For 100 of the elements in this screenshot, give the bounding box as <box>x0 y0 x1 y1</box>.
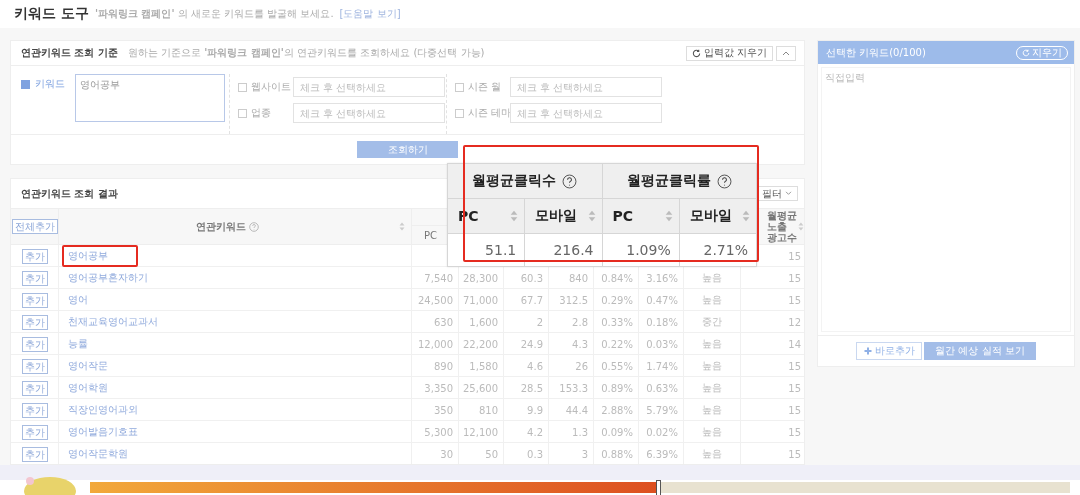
table-cell: 153.3 <box>559 382 588 394</box>
sort-icon <box>587 210 596 222</box>
add-button[interactable]: 추가 <box>21 336 48 352</box>
table-cell: 4.6 <box>527 360 543 372</box>
refresh-icon <box>1022 48 1030 57</box>
filter-checkbox[interactable] <box>455 82 464 92</box>
help-icon <box>562 173 578 189</box>
page-title: 키워드 도구 <box>14 5 89 23</box>
table-cell: 1,580 <box>469 360 498 372</box>
search-button[interactable]: 조회하기 <box>357 141 458 158</box>
keyword-checkbox[interactable] <box>21 80 30 89</box>
table-cell: 15 <box>788 272 801 284</box>
table-cell: 0.47% <box>646 294 678 306</box>
table-cell: 15 <box>788 382 801 394</box>
table-cell: 9.9 <box>527 404 543 416</box>
table-cell: 5,300 <box>424 426 453 438</box>
table-cell: 높음 <box>702 425 722 439</box>
section-description: 원하는 기준으로 '파워링크 캠페인'의 연관키워드를 조회하세요 (다중선택 가능) <box>127 46 485 60</box>
keyword-link[interactable]: 영어작문 <box>62 355 114 377</box>
table-cell: 높음 <box>702 337 722 351</box>
keyword-link[interactable]: 영어발음기호표 <box>62 421 144 443</box>
sort-icon <box>742 210 750 222</box>
table-cell: 15 <box>788 360 801 372</box>
table-cell: 216.4 <box>553 242 594 258</box>
table-cell: 높음 <box>702 293 722 307</box>
refresh-icon <box>691 48 701 58</box>
collapse-button[interactable] <box>776 45 796 61</box>
table-cell: 12,000 <box>418 338 453 350</box>
help-icon <box>716 173 732 189</box>
add-button[interactable]: 추가 <box>21 248 48 264</box>
filter-button[interactable]: 필터 <box>756 186 798 201</box>
filter-field[interactable]: 체크 후 선택하세요 <box>510 103 662 123</box>
table-cell: 67.7 <box>520 294 543 306</box>
caret-up-icon <box>782 50 790 56</box>
table-cell: 12 <box>788 316 801 328</box>
keyword-link[interactable]: 영어 <box>62 289 94 311</box>
sort-icon <box>510 210 519 222</box>
keyword-link[interactable]: 천재교육영어교과서 <box>62 311 164 333</box>
table-cell: 14 <box>788 338 801 350</box>
keyword-textarea[interactable]: 직접입력 <box>821 67 1071 332</box>
table-cell: 15 <box>788 294 801 306</box>
table-cell: 0.33% <box>601 316 633 328</box>
table-cell: 22,200 <box>463 338 498 350</box>
progress-handle[interactable] <box>656 480 662 495</box>
table-cell: 4.3 <box>572 338 588 350</box>
add-button[interactable]: 추가 <box>21 358 48 374</box>
keyword-link[interactable]: 영어공부 <box>62 245 138 267</box>
keyword-link[interactable]: 영어작문학원 <box>62 443 134 464</box>
panel-title: 선택한 키워드(0/100) <box>826 45 926 60</box>
add-button[interactable]: 추가 <box>21 270 48 286</box>
add-button[interactable]: 추가 <box>21 380 48 396</box>
keyword-link[interactable]: 능률 <box>62 333 94 355</box>
add-button[interactable]: 추가 <box>21 292 48 308</box>
keyword-link[interactable]: 영어공부혼자하기 <box>62 267 154 289</box>
filter-checkbox[interactable] <box>238 82 247 92</box>
add-now-button[interactable]: 바로추가 <box>856 342 922 360</box>
table-cell: 15 <box>788 250 801 262</box>
column-header: PC <box>424 229 437 241</box>
sort-icon[interactable] <box>798 222 804 231</box>
filter-field[interactable]: 체크 후 선택하세요 <box>293 77 445 97</box>
table-cell: 중간 <box>702 315 722 329</box>
table-cell: 15 <box>788 426 801 438</box>
table-cell: 810 <box>478 404 498 416</box>
add-button[interactable]: 추가 <box>21 314 48 330</box>
sort-icon[interactable] <box>399 222 405 231</box>
filter-checkbox[interactable] <box>238 108 247 118</box>
filter-label: 시즌 월 <box>468 80 503 94</box>
table-cell: 2.88% <box>601 404 633 416</box>
table-cell: 0.22% <box>601 338 633 350</box>
table-cell: 높음 <box>702 271 722 285</box>
column-header: 모바일 <box>689 207 732 225</box>
keyword-field[interactable]: 영어공부 <box>75 74 225 122</box>
filter-field[interactable]: 체크 후 선택하세요 <box>293 103 445 123</box>
table-cell: 71,000 <box>463 294 498 306</box>
column-header: 월평균클릭수 <box>472 172 557 190</box>
help-link[interactable]: [도움말 보기] <box>339 7 401 21</box>
table-cell: 25,600 <box>463 382 498 394</box>
column-header: 연관키워드 <box>196 219 246 234</box>
filter-label: 업종 <box>251 106 272 120</box>
column-header: 월평균클릭률 <box>626 172 711 190</box>
add-button[interactable]: 추가 <box>21 424 48 440</box>
table-cell: 312.5 <box>559 294 588 306</box>
forecast-button[interactable]: 월간 예상 실적 보기 <box>924 342 1036 360</box>
table-cell: 24,500 <box>418 294 453 306</box>
table-cell: 0.09% <box>601 426 633 438</box>
table-cell: 2.71% <box>703 242 748 258</box>
add-button[interactable]: 추가 <box>21 402 48 418</box>
keyword-link[interactable]: 직장인영어과외 <box>62 399 144 421</box>
caret-down-icon <box>785 191 792 196</box>
add-all-button[interactable]: 전체추가 <box>11 219 58 234</box>
column-header: PC <box>612 208 634 224</box>
table-cell: 3.16% <box>646 272 678 284</box>
filter-checkbox[interactable] <box>455 108 464 118</box>
reset-button[interactable]: 입력값 지우기 <box>685 45 773 61</box>
table-cell: 44.4 <box>565 404 588 416</box>
filter-field[interactable]: 체크 후 선택하세요 <box>510 77 662 97</box>
table-cell: 0.03% <box>646 338 678 350</box>
plus-icon <box>863 347 872 355</box>
add-button[interactable]: 추가 <box>21 446 48 462</box>
keyword-link[interactable]: 영어학원 <box>62 377 114 399</box>
